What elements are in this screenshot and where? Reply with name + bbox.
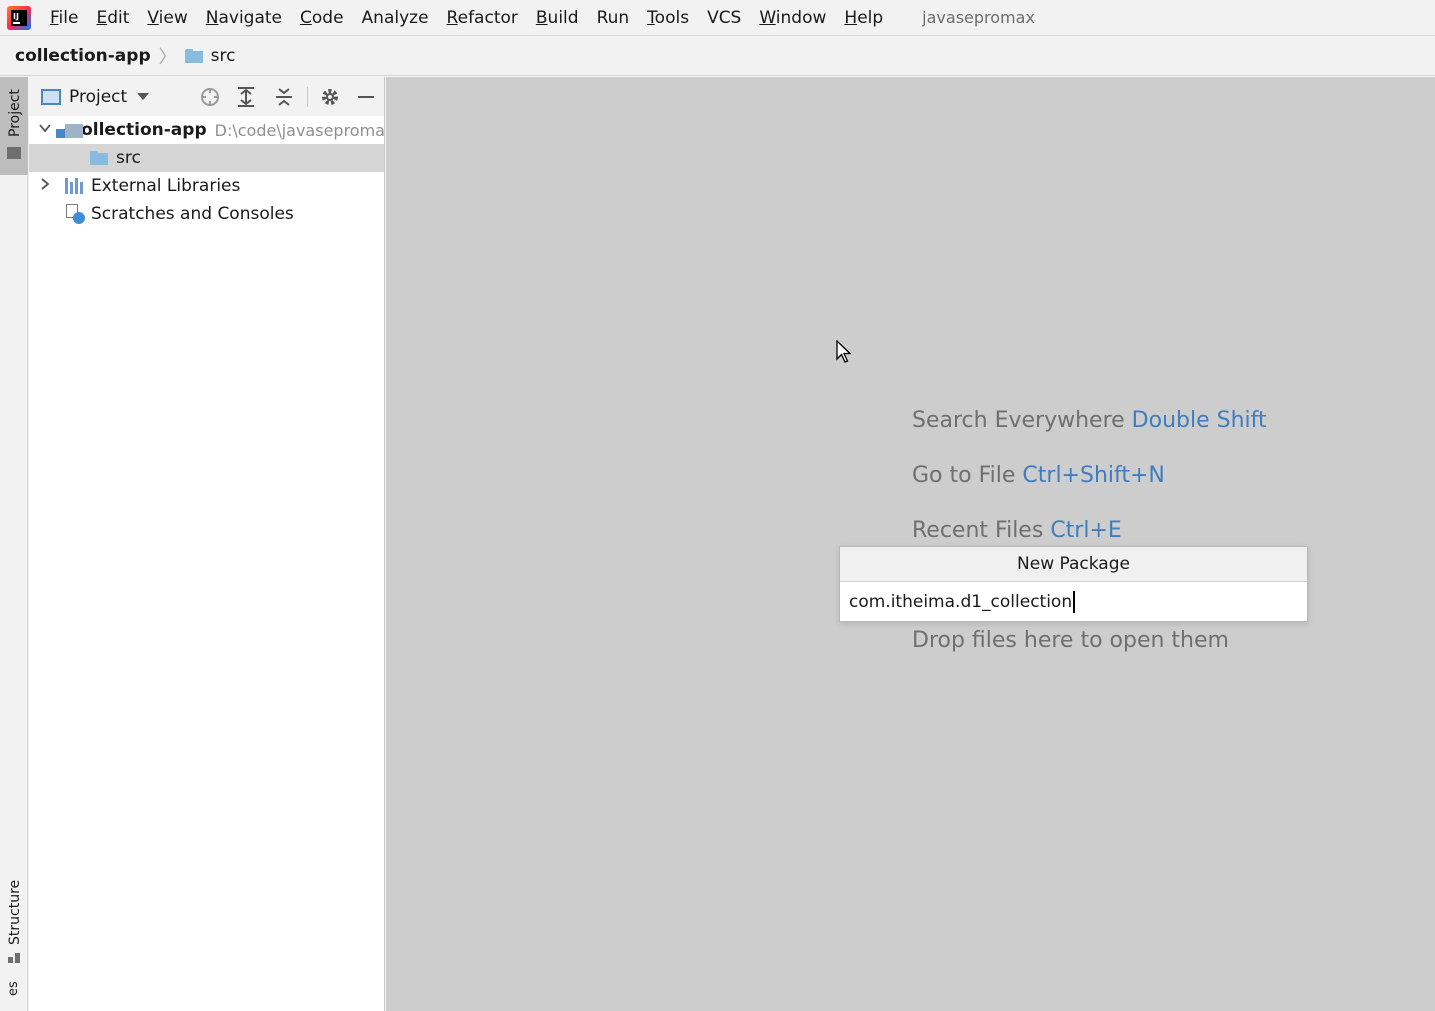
project-tool-tab[interactable]: Project bbox=[0, 77, 28, 175]
svg-text:IJ: IJ bbox=[13, 12, 19, 21]
menu-bar: IJ File Edit View Navigate Code Analyze … bbox=[0, 0, 1435, 36]
tree-item-label: collection-app bbox=[71, 120, 207, 140]
hide-panel-icon[interactable] bbox=[354, 85, 378, 109]
breadcrumb-separator: 〉 bbox=[158, 47, 177, 68]
hint-shortcut: Double Shift bbox=[1131, 408, 1267, 433]
breadcrumb: collection-app 〉 src bbox=[0, 37, 1435, 76]
locate-icon[interactable] bbox=[198, 85, 222, 109]
window-project-name: javasepromax bbox=[922, 8, 1035, 27]
new-package-popup: New Package com.itheima.d1_collection bbox=[839, 546, 1308, 622]
project-panel-title[interactable]: Project bbox=[69, 87, 127, 107]
menu-window[interactable]: Window bbox=[750, 0, 835, 36]
menu-view[interactable]: View bbox=[138, 0, 196, 36]
menu-navigate[interactable]: Navigate bbox=[197, 0, 291, 36]
hint-text: Go to File bbox=[912, 463, 1016, 488]
project-tree: collection-app D:\code\javasepromax src … bbox=[29, 116, 384, 228]
tree-item-scratches[interactable]: Scratches and Consoles bbox=[29, 200, 384, 228]
folder-icon bbox=[7, 147, 21, 159]
structure-icon bbox=[8, 953, 20, 963]
menu-build[interactable]: Build bbox=[527, 0, 588, 36]
menu-file[interactable]: File bbox=[41, 0, 87, 36]
editor-area bbox=[386, 77, 1435, 1011]
folder-icon bbox=[184, 49, 203, 63]
tree-item-path: D:\code\javasepromax bbox=[214, 120, 384, 140]
tree-item-label: External Libraries bbox=[91, 176, 241, 196]
menu-vcs[interactable]: VCS bbox=[698, 0, 750, 36]
project-panel: Project collection-app D:\code\javasepro… bbox=[29, 77, 385, 1011]
structure-tool-tab-label: Structure bbox=[7, 879, 23, 945]
menu-analyze[interactable]: Analyze bbox=[353, 0, 438, 36]
chevron-down-icon[interactable] bbox=[137, 93, 150, 100]
tree-item-label: src bbox=[116, 148, 141, 168]
structure-tool-tab[interactable]: Structure bbox=[0, 873, 28, 969]
menu-help[interactable]: Help bbox=[835, 0, 892, 36]
left-tool-strip: Project Structure es bbox=[0, 77, 28, 1011]
hint-go-to-file: Go to File Ctrl+Shift+N bbox=[912, 463, 1165, 488]
breadcrumb-root[interactable]: collection-app bbox=[15, 46, 151, 66]
hint-recent-files: Recent Files Ctrl+E bbox=[912, 518, 1122, 543]
package-name-input[interactable]: com.itheima.d1_collection bbox=[840, 582, 1307, 621]
project-tool-tab-label: Project bbox=[7, 89, 23, 137]
hint-search-everywhere: Search Everywhere Double Shift bbox=[912, 408, 1267, 433]
tree-item-collection-app[interactable]: collection-app D:\code\javasepromax bbox=[29, 116, 384, 144]
gear-icon[interactable] bbox=[318, 85, 342, 109]
popup-title: New Package bbox=[840, 547, 1307, 582]
menu-run[interactable]: Run bbox=[588, 0, 639, 36]
hint-shortcut: Ctrl+E bbox=[1050, 518, 1122, 543]
package-name-value: com.itheima.d1_collection bbox=[849, 591, 1073, 612]
mouse-pointer-icon bbox=[836, 339, 852, 369]
folder-icon bbox=[90, 151, 108, 165]
scratches-icon bbox=[65, 204, 85, 224]
breadcrumb-current[interactable]: src bbox=[211, 46, 236, 66]
menu-code[interactable]: Code bbox=[291, 0, 353, 36]
menu-refactor[interactable]: Refactor bbox=[438, 0, 527, 36]
hint-text: Drop files here to open them bbox=[912, 628, 1229, 653]
hint-text: Recent Files bbox=[912, 518, 1044, 543]
expand-all-icon[interactable] bbox=[234, 85, 258, 109]
library-icon bbox=[65, 178, 85, 194]
intellij-logo-icon: IJ bbox=[7, 5, 31, 30]
menu-tools[interactable]: Tools bbox=[638, 0, 698, 36]
hint-drop-files: Drop files here to open them bbox=[912, 628, 1229, 653]
header-divider bbox=[307, 87, 308, 107]
tree-item-external-libraries[interactable]: External Libraries bbox=[29, 172, 384, 200]
chevron-right-icon[interactable] bbox=[38, 177, 54, 193]
project-panel-header: Project bbox=[29, 77, 384, 116]
collapse-all-icon[interactable] bbox=[272, 85, 296, 109]
bottom-tool-tab-label[interactable]: es bbox=[6, 981, 21, 996]
hint-text: Search Everywhere bbox=[912, 408, 1125, 433]
text-caret bbox=[1073, 590, 1076, 613]
tree-item-label: Scratches and Consoles bbox=[91, 204, 294, 224]
project-view-icon bbox=[41, 88, 61, 105]
chevron-down-icon[interactable] bbox=[38, 121, 54, 137]
menu-edit[interactable]: Edit bbox=[87, 0, 138, 36]
tree-item-src[interactable]: src bbox=[29, 144, 384, 172]
hint-shortcut: Ctrl+Shift+N bbox=[1022, 463, 1165, 488]
